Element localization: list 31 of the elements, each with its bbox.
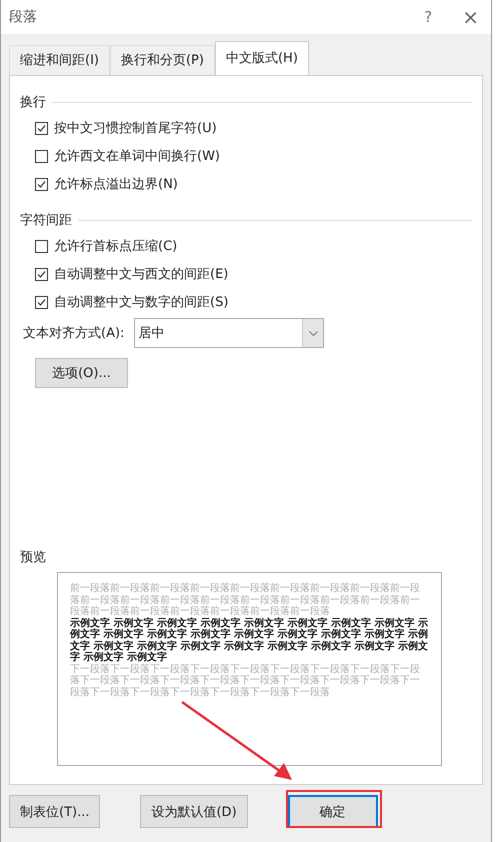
ok-button[interactable]: 确定: [288, 795, 378, 828]
window-title: 段落: [9, 8, 38, 26]
next-paragraph-text: 下一段落下一段落下一段落下一段落下一段落下一段落下一段落下一段落下一段落下一段落下一段落下一段落下一段落下一段落下一段落下一段落下一段落下一段落下一段落下一段落下一段落下一段落下一段落下一段落: [70, 664, 421, 698]
sample-text: 示例文字 示例文字 示例文字 示例文字 示例文字 示例文字 示例文字 示例文字 示例文字 示例文字 示例文字 示例文字 示例文字 示例文字 示例文字 示例文字 示例文字 示例文字 示例文字 示例文字 示例文字 示例文字 示例文字 示例文字 示例文字 示例文字 示例文字: [70, 618, 429, 664]
checkbox-label[interactable]: 自动调整中文与数字的间距(S): [54, 293, 228, 311]
tab[interactable]: 中文版式(H): [214, 41, 309, 75]
tab[interactable]: 缩进和间距(I): [9, 45, 110, 75]
chevron-down-icon: [308, 330, 318, 336]
checkbox-label[interactable]: 允许行首标点压缩(C): [54, 237, 178, 255]
tab-stops-button[interactable]: 制表位(T)...: [9, 795, 100, 828]
set-default-button[interactable]: 设为默认值(D): [140, 795, 248, 828]
dropdown-label: 文本对齐方式(A):: [23, 325, 124, 342]
checkbox[interactable]: [35, 122, 48, 134]
checkbox[interactable]: [35, 296, 48, 308]
checkbox[interactable]: [35, 268, 48, 280]
section-heading: 换行: [20, 94, 46, 111]
checkbox-label[interactable]: 按中文习惯控制首尾字符(U): [54, 119, 217, 137]
section-heading: 预览: [20, 549, 47, 566]
tab[interactable]: 换行和分页(P): [110, 45, 215, 75]
close-button[interactable]: ×: [462, 5, 479, 29]
section-heading: 字符间距: [20, 212, 72, 229]
checkbox[interactable]: [35, 150, 48, 162]
options-button[interactable]: 选项(O)...: [35, 358, 128, 388]
checkbox[interactable]: [35, 178, 48, 190]
previous-paragraph-text: 前一段落前一段落前一段落前一段落前一段落前一段落前一段落前一段落前一段落前一段落前一段落前一段落前一段落前一段落前一段落前一段落前一段落前一段落前一段落前一段落前一段落前一段落前一段落前一段落: [70, 583, 421, 617]
help-button[interactable]: ?: [424, 8, 432, 26]
checkbox[interactable]: [35, 240, 48, 252]
checkbox-label[interactable]: 自动调整中文与西文的间距(E): [54, 265, 228, 283]
checkbox-label[interactable]: 允许西文在单词中间换行(W): [54, 147, 220, 165]
checkbox-label[interactable]: 允许标点溢出边界(N): [54, 175, 178, 193]
alignment-dropdown[interactable]: 居中: [134, 318, 324, 348]
